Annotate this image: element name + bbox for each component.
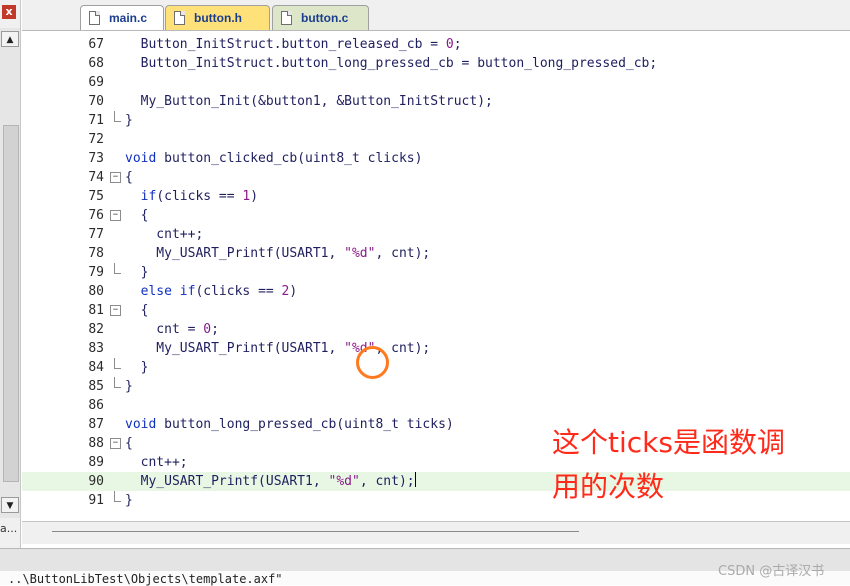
line-number: 78 bbox=[88, 246, 104, 261]
code-text: { bbox=[125, 303, 149, 318]
scrollbar-thumb[interactable] bbox=[3, 125, 19, 482]
project-pane-label: a... bbox=[0, 522, 18, 535]
code-text: void button_long_pressed_cb(uint8_t tick… bbox=[125, 417, 454, 432]
code-text: Button_InitStruct.button_long_pressed_cb… bbox=[125, 56, 658, 71]
code-line[interactable]: 67 Button_InitStruct.button_released_cb … bbox=[22, 35, 850, 54]
code-text: void button_clicked_cb(uint8_t clicks) bbox=[125, 151, 423, 166]
line-number: 91 bbox=[88, 493, 104, 508]
tab-button-c[interactable]: button.c bbox=[272, 5, 369, 30]
line-number: 86 bbox=[88, 398, 104, 413]
fold-toggle-icon[interactable]: − bbox=[110, 172, 121, 183]
code-line[interactable]: 73 void button_clicked_cb(uint8_t clicks) bbox=[22, 149, 850, 168]
fold-end-marker-icon bbox=[114, 358, 121, 369]
code-line[interactable]: 79 } bbox=[22, 263, 850, 282]
line-number: 73 bbox=[88, 151, 104, 166]
line-number: 72 bbox=[88, 132, 104, 147]
line-number: 74 bbox=[88, 170, 104, 185]
code-text: if(clicks == 1) bbox=[140, 189, 259, 204]
code-line[interactable]: 76− { bbox=[22, 206, 850, 225]
code-line[interactable]: 68 Button_InitStruct.button_long_pressed… bbox=[22, 54, 850, 73]
fold-toggle-icon[interactable]: − bbox=[110, 210, 121, 221]
line-number: 80 bbox=[88, 284, 104, 299]
fold-end-marker-icon bbox=[114, 491, 121, 502]
code-line[interactable]: 70 My_Button_Init(&button1, &Button_Init… bbox=[22, 92, 850, 111]
tab-button-h[interactable]: button.h bbox=[165, 5, 270, 30]
cursor-highlight-circle bbox=[356, 346, 389, 379]
code-text: { bbox=[125, 436, 133, 451]
code-line[interactable]: 83 My_USART_Printf(USART1, "%d", cnt); bbox=[22, 339, 850, 358]
code-text: { bbox=[125, 208, 149, 223]
code-line[interactable]: 74−{ bbox=[22, 168, 850, 187]
text-cursor bbox=[414, 472, 416, 487]
line-number: 88 bbox=[88, 436, 104, 451]
code-text: } bbox=[125, 493, 133, 508]
code-text: My_USART_Printf(USART1, "%d", cnt); bbox=[125, 472, 416, 489]
code-text: } bbox=[125, 265, 149, 280]
fold-end-marker-icon bbox=[114, 111, 121, 122]
tab-label: main.c bbox=[109, 11, 148, 25]
code-text: } bbox=[125, 360, 149, 375]
scrollbar-track bbox=[52, 531, 579, 532]
line-number: 68 bbox=[88, 56, 104, 71]
annotation-text: 这个ticks是函数调 用的次数 bbox=[552, 426, 785, 503]
line-number: 75 bbox=[88, 189, 104, 204]
code-text: } bbox=[125, 379, 133, 394]
line-number: 90 bbox=[88, 474, 104, 489]
tab-main-c[interactable]: main.c bbox=[80, 5, 164, 30]
line-number: 84 bbox=[88, 360, 104, 375]
code-text: cnt++; bbox=[125, 455, 188, 470]
scroll-down-arrow-icon[interactable]: ▼ bbox=[1, 497, 19, 513]
line-number: 89 bbox=[88, 455, 104, 470]
code-line[interactable]: 81− { bbox=[22, 301, 850, 320]
code-text: { bbox=[125, 170, 133, 185]
tab-label: button.h bbox=[194, 11, 242, 25]
line-number: 82 bbox=[88, 322, 104, 337]
line-number: 71 bbox=[88, 113, 104, 128]
editor-tab-bar: main.c button.h button.c bbox=[22, 0, 850, 31]
line-number: 85 bbox=[88, 379, 104, 394]
scroll-up-arrow-icon[interactable]: ▲ bbox=[1, 31, 19, 47]
fold-toggle-icon[interactable]: − bbox=[110, 438, 121, 449]
line-number: 79 bbox=[88, 265, 104, 280]
code-text: cnt = 0; bbox=[125, 322, 219, 337]
code-line[interactable]: 75 if(clicks == 1) bbox=[22, 187, 850, 206]
code-line[interactable]: 82 cnt = 0; bbox=[22, 320, 850, 339]
code-text: else if(clicks == 2) bbox=[140, 284, 298, 299]
watermark: CSDN @古译汉书 bbox=[718, 564, 825, 579]
close-icon[interactable]: x bbox=[2, 5, 16, 19]
code-text: } bbox=[125, 113, 133, 128]
file-icon bbox=[281, 11, 292, 25]
build-output-line: ..\ButtonLibTest\Objects\template.axf" bbox=[8, 572, 283, 586]
code-text: cnt++; bbox=[125, 227, 204, 242]
code-text: My_USART_Printf(USART1, "%d", cnt); bbox=[125, 246, 431, 261]
line-number: 69 bbox=[88, 75, 104, 90]
file-icon bbox=[89, 11, 100, 25]
fold-end-marker-icon bbox=[114, 377, 121, 388]
file-icon bbox=[174, 11, 185, 25]
code-line[interactable]: 86 bbox=[22, 396, 850, 415]
code-line[interactable]: 72 bbox=[22, 130, 850, 149]
fold-toggle-icon[interactable]: − bbox=[110, 305, 121, 316]
code-text: My_Button_Init(&button1, &Button_InitStr… bbox=[125, 94, 493, 109]
line-number: 77 bbox=[88, 227, 104, 242]
code-text: Button_InitStruct.button_released_cb = 0… bbox=[125, 37, 462, 52]
line-number: 70 bbox=[88, 94, 104, 109]
line-number: 87 bbox=[88, 417, 104, 432]
line-number: 83 bbox=[88, 341, 104, 356]
line-number: 76 bbox=[88, 208, 104, 223]
code-line[interactable]: 78 My_USART_Printf(USART1, "%d", cnt); bbox=[22, 244, 850, 263]
code-line[interactable]: 85} bbox=[22, 377, 850, 396]
code-line[interactable]: 77 cnt++; bbox=[22, 225, 850, 244]
tab-label: button.c bbox=[301, 11, 349, 25]
fold-end-marker-icon bbox=[114, 263, 121, 274]
code-line[interactable]: 69 bbox=[22, 73, 850, 92]
line-number: 67 bbox=[88, 37, 104, 52]
line-number: 81 bbox=[88, 303, 104, 318]
code-line[interactable]: 71} bbox=[22, 111, 850, 130]
code-line[interactable]: 80 else if(clicks == 2) bbox=[22, 282, 850, 301]
horizontal-scrollbar[interactable] bbox=[22, 521, 850, 544]
code-line[interactable]: 84 } bbox=[22, 358, 850, 377]
